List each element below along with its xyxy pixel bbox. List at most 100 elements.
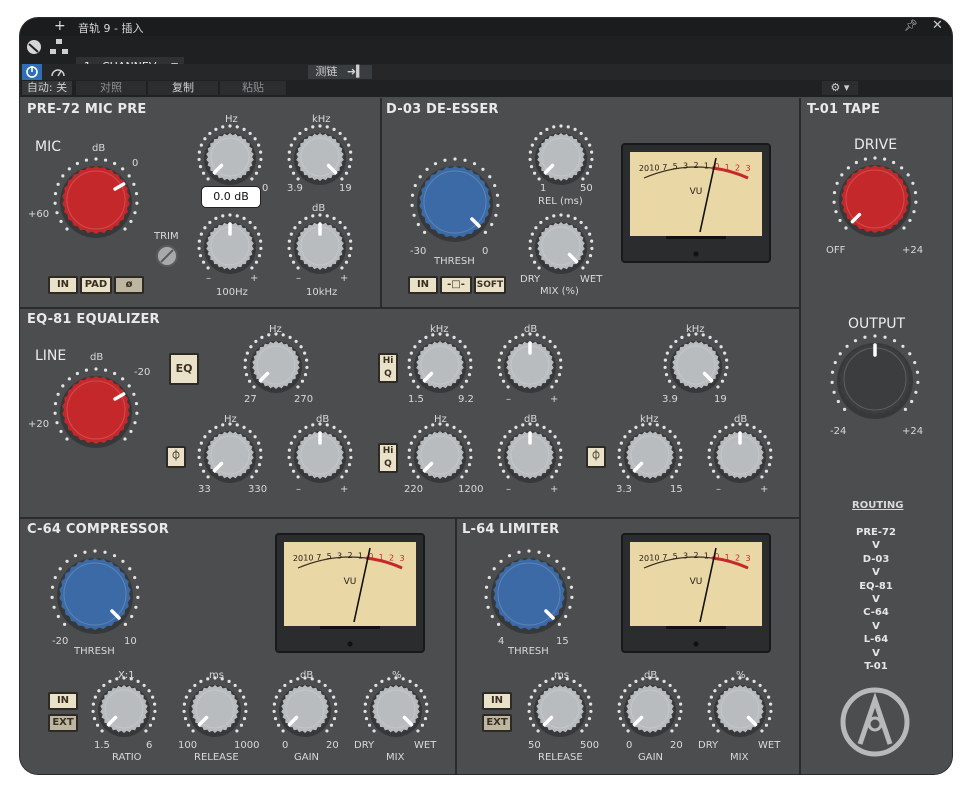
c64-ratio-label: RATIO	[112, 752, 142, 763]
vu-scale-label: 5	[673, 552, 678, 561]
vu-label: VU	[690, 187, 703, 197]
comp-mix-knob[interactable]	[363, 676, 429, 737]
comp-release-knob[interactable]	[182, 676, 248, 737]
limiter-gain-knob[interactable]	[617, 676, 683, 737]
pre72-in-button[interactable]: IN	[48, 276, 78, 294]
vu-scale-label: 10	[649, 163, 659, 172]
eq-lowmid-freq-knob[interactable]	[407, 332, 473, 393]
routing-item[interactable]: T-01	[828, 660, 924, 673]
vu-scale-label: 2	[735, 163, 740, 172]
routing-item[interactable]: C-64	[828, 606, 924, 619]
mic-db-label: dB	[92, 143, 106, 154]
lowcut-knob[interactable]	[197, 124, 263, 185]
mid-min-label: 220	[404, 484, 424, 495]
highshelf-db-label: dB	[734, 414, 748, 425]
limiter-thresh-knob[interactable]	[484, 549, 574, 634]
c64-wet-label: WET	[414, 740, 437, 751]
highcut-khz-label: kHz	[312, 114, 331, 125]
c64-in-button[interactable]: IN	[48, 692, 78, 710]
tape-output-knob[interactable]	[830, 334, 920, 419]
routing-item[interactable]: L-64	[828, 633, 924, 646]
d03-soft-button[interactable]: SOFT	[474, 276, 506, 294]
high-shelf-knob[interactable]	[287, 213, 353, 274]
highshelf-min-label: 3.3	[616, 484, 632, 495]
routing-item[interactable]: PRE-72	[828, 526, 924, 539]
eq-highshelf-gain-knob[interactable]	[707, 422, 773, 483]
lowshelf-max-label: 330	[248, 484, 268, 495]
phase-invert-button[interactable]: ø	[114, 276, 144, 294]
eq-highcut-knob[interactable]	[663, 332, 729, 393]
vu-scale-label: 2	[693, 551, 698, 560]
eq-mid-freq-knob[interactable]	[407, 422, 473, 483]
comp-ratio-knob[interactable]	[91, 676, 157, 737]
plugin-window: + 音轨 9 - 插入 📌︎ ✕ 1 - CHANNEV ▼ ▤ ◀ ▶ 默认	[20, 18, 952, 774]
deesser-thresh-knob[interactable]	[410, 157, 500, 242]
l64-in-button[interactable]: IN	[482, 692, 512, 710]
l64-gain-unit: dB	[644, 670, 658, 681]
limiter-mix-knob[interactable]	[707, 676, 773, 737]
routing-chain[interactable]: PRE-72 V D-03 V EQ-81 V C-64 V L-64 V T-01	[828, 526, 924, 673]
eq-lowshelf-gain-knob[interactable]	[287, 422, 353, 483]
low-shelf-knob[interactable]	[197, 213, 263, 274]
lowcut-hz-label: Hz	[225, 114, 238, 125]
mic-zero-label: 0	[132, 158, 139, 169]
line-label: LINE	[35, 348, 67, 364]
l64-mix-label: MIX	[730, 752, 749, 763]
high-minus-label: –	[296, 273, 301, 284]
vu-scale-label: 3	[745, 554, 750, 563]
lowshelf-type-button[interactable]: ⏀	[166, 446, 186, 468]
comp-thresh-knob[interactable]	[50, 549, 140, 634]
limiter-release-knob[interactable]	[527, 676, 593, 737]
l64-ext-button[interactable]: EXT	[482, 714, 512, 732]
eq-highshelf-freq-knob[interactable]	[617, 422, 683, 483]
low-plus-label: +	[250, 273, 259, 284]
lowshelf-db-label: dB	[316, 414, 330, 425]
eq-mid-gain-knob[interactable]	[497, 422, 563, 483]
d03-band-button[interactable]: -□-	[440, 276, 472, 294]
hz100-label: 100Hz	[216, 287, 248, 298]
lowmid-min-label: 1.5	[408, 394, 424, 405]
routing-item[interactable]: EQ-81	[828, 580, 924, 593]
eq-lowcut-knob[interactable]	[243, 332, 309, 393]
lowmid-hiq-button[interactable]: Hi Q	[378, 353, 398, 383]
vu-scale-label: 2	[389, 553, 394, 562]
tape-drive-knob[interactable]	[832, 156, 918, 237]
highcut-khz-label: kHz	[686, 324, 705, 335]
c64-mix-unit: %	[392, 670, 402, 681]
eq-lowmid-gain-knob[interactable]	[497, 332, 563, 393]
c64-ext-button[interactable]: EXT	[48, 714, 78, 732]
deesser-mix-knob[interactable]	[528, 213, 594, 274]
lowmid-khz-label: kHz	[430, 324, 449, 335]
routing-arrow: V	[872, 594, 880, 606]
d03-in-button[interactable]: IN	[408, 276, 438, 294]
d03-wet-label: WET	[580, 274, 603, 285]
line-db-label: dB	[90, 352, 104, 363]
d03-title: D-03 DE-ESSER	[386, 102, 499, 117]
lowcut-max-label: 270	[294, 394, 314, 405]
deesser-release-knob[interactable]	[528, 124, 594, 185]
eq-lowshelf-freq-knob[interactable]	[197, 422, 263, 483]
pre72-title: PRE-72 MIC PRE	[27, 102, 147, 117]
mid-db-label: dB	[524, 414, 538, 425]
vu-scale-label: 1	[379, 553, 384, 562]
vu-scale-label: 1	[725, 553, 730, 562]
mid-hiq-button[interactable]: Hi Q	[378, 443, 398, 473]
routing-item[interactable]: D-03	[828, 553, 924, 566]
pre72-pad-button[interactable]: PAD	[80, 276, 112, 294]
vu-scale-label: 20	[639, 164, 649, 173]
highcut-knob[interactable]	[287, 124, 353, 185]
l64-thresh-label: THRESH	[508, 646, 549, 657]
mic-plus60-label: +60	[28, 209, 50, 220]
vu-scale-label: 7	[662, 163, 667, 172]
vu-scale-label: 7	[662, 553, 667, 562]
l64-thresh-max: 15	[556, 636, 569, 647]
comp-gain-knob[interactable]	[272, 676, 338, 737]
vu-scale-label: 3	[399, 554, 404, 563]
d03-rel-max: 50	[580, 183, 593, 194]
drive-min-label: OFF	[826, 245, 846, 256]
line-gain-knob[interactable]	[53, 367, 139, 448]
highshelf-type-button[interactable]: ⏀	[586, 446, 606, 468]
mic-gain-knob[interactable]	[53, 157, 139, 238]
eq-enable-button[interactable]: EQ	[169, 353, 199, 385]
c64-gain-unit: dB	[300, 670, 314, 681]
